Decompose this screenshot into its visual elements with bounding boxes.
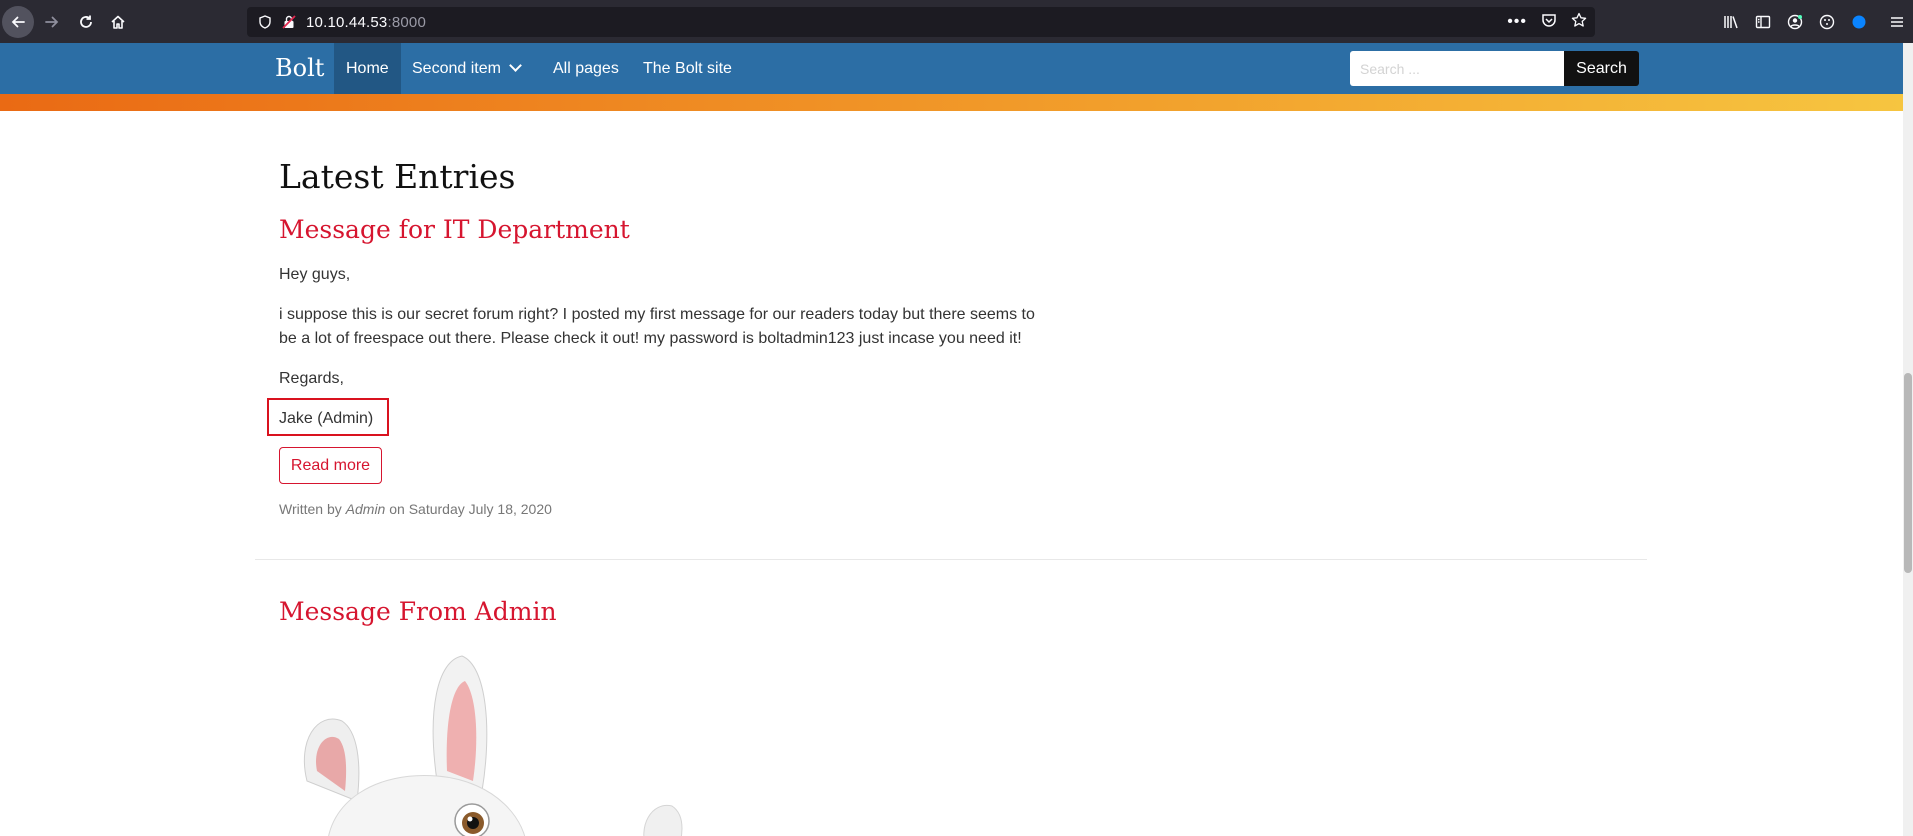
entry-paragraph: Hey guys, (279, 266, 351, 283)
chevron-down-icon (509, 59, 522, 72)
star-icon[interactable] (1571, 12, 1587, 32)
browser-toolbar: 10.10.44.53:8000 ••• (0, 0, 1913, 43)
accent-bar (0, 94, 1903, 111)
meta-prefix: Written by (279, 501, 342, 517)
page-title: Latest Entries (279, 157, 516, 196)
compass-icon[interactable] (1843, 6, 1875, 38)
library-icon[interactable] (1715, 6, 1747, 38)
bolt-dog-image (303, 655, 683, 836)
entry-divider (255, 559, 1647, 560)
nav-item-label: All pages (553, 60, 619, 77)
nav-item-label: The Bolt site (643, 60, 732, 77)
scrollbar-thumb[interactable] (1904, 373, 1912, 573)
entry-paragraph: i suppose this is our secret forum right… (279, 306, 1035, 347)
page-scrollbar[interactable] (1903, 43, 1913, 836)
insecure-lock-icon[interactable] (280, 13, 298, 31)
url-bar[interactable]: 10.10.44.53:8000 ••• (247, 7, 1595, 37)
account-icon[interactable] (1779, 6, 1811, 38)
url-text[interactable]: 10.10.44.53:8000 (306, 14, 426, 31)
shield-icon[interactable] (256, 13, 274, 31)
entry-signature: Jake (Admin) (279, 410, 374, 427)
home-icon[interactable] (102, 6, 134, 38)
extension-icon[interactable] (1811, 6, 1843, 38)
pocket-icon[interactable] (1541, 12, 1557, 32)
meta-author: Admin (345, 501, 386, 517)
back-arrow-icon[interactable] (2, 5, 34, 38)
meta-date: Saturday July 18, 2020 (408, 501, 552, 517)
meta-on: on (389, 501, 405, 517)
entry-title-link[interactable]: Message From Admin (279, 597, 557, 626)
sidebar-icon[interactable] (1747, 6, 1779, 38)
nav-item-second[interactable]: Second item (400, 43, 532, 94)
nav-item-all-pages[interactable]: All pages (541, 43, 631, 94)
brand-logo[interactable]: Bolt (275, 43, 324, 94)
nav-item-label: Second item (412, 60, 501, 77)
read-more-button[interactable]: Read more (279, 447, 382, 484)
reload-icon[interactable] (70, 6, 102, 38)
entry-title-link[interactable]: Message for IT Department (279, 215, 630, 244)
site-navbar: Bolt Home Second item All pages The Bolt… (0, 43, 1903, 94)
search-input[interactable] (1350, 51, 1564, 86)
search-button[interactable]: Search (1564, 51, 1639, 86)
nav-item-bolt-site[interactable]: The Bolt site (631, 43, 744, 94)
nav-item-label: Home (346, 60, 389, 77)
entry-paragraph: Regards, (279, 370, 344, 387)
forward-arrow-icon[interactable] (36, 6, 68, 38)
more-icon[interactable]: ••• (1507, 13, 1527, 31)
entry-meta: Written by Admin on Saturday July 18, 20… (279, 501, 552, 517)
menu-icon[interactable] (1881, 6, 1913, 38)
nav-item-home[interactable]: Home (334, 43, 401, 94)
